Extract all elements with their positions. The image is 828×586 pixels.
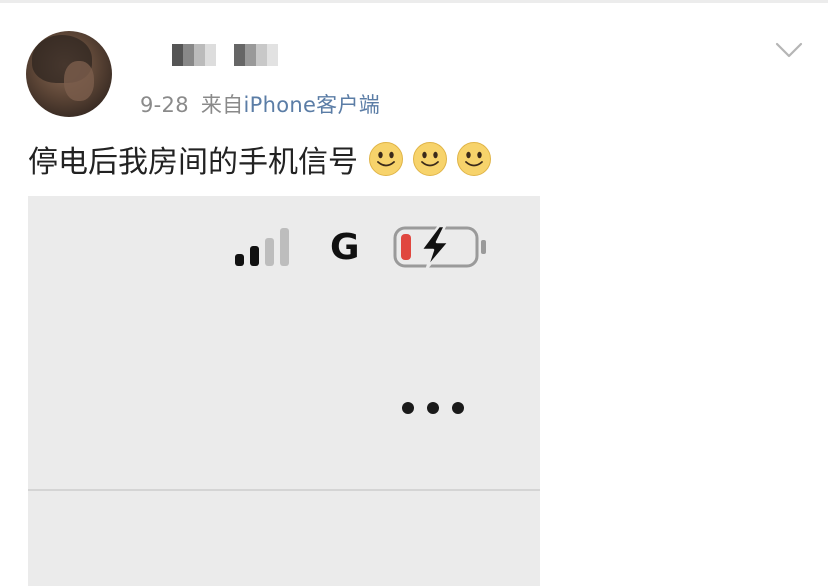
smile-emoji-icon [457, 142, 491, 176]
post-image[interactable]: G [28, 196, 540, 586]
smile-emoji-icon [413, 142, 447, 176]
status-bar: G [233, 224, 513, 270]
battery-charging-icon [393, 224, 486, 270]
post-content: 停电后我房间的手机信号 [28, 138, 492, 180]
network-type-label: G [330, 227, 360, 268]
top-divider [0, 0, 828, 3]
more-dots-icon[interactable] [398, 396, 468, 420]
source-prefix: 来自 [200, 93, 244, 117]
avatar[interactable] [26, 31, 112, 117]
post-meta: 9-28 来自iPhone客户端 [140, 89, 380, 119]
image-divider [28, 489, 540, 491]
smile-emoji-icon [369, 142, 403, 176]
source-client-link[interactable]: iPhone客户端 [243, 93, 380, 117]
emoji-group [368, 141, 492, 177]
weibo-post: 9-28 来自iPhone客户端 停电后我房间的手机信号 G [0, 0, 828, 586]
signal-bars-icon [235, 228, 289, 266]
post-text: 停电后我房间的手机信号 [28, 145, 358, 180]
post-date: 9-28 [140, 93, 189, 117]
avatar-face [64, 61, 94, 101]
chevron-down-icon[interactable] [775, 40, 803, 60]
username-censored[interactable] [172, 42, 278, 68]
censor-block-1 [172, 44, 216, 66]
censor-block-2 [234, 44, 278, 66]
